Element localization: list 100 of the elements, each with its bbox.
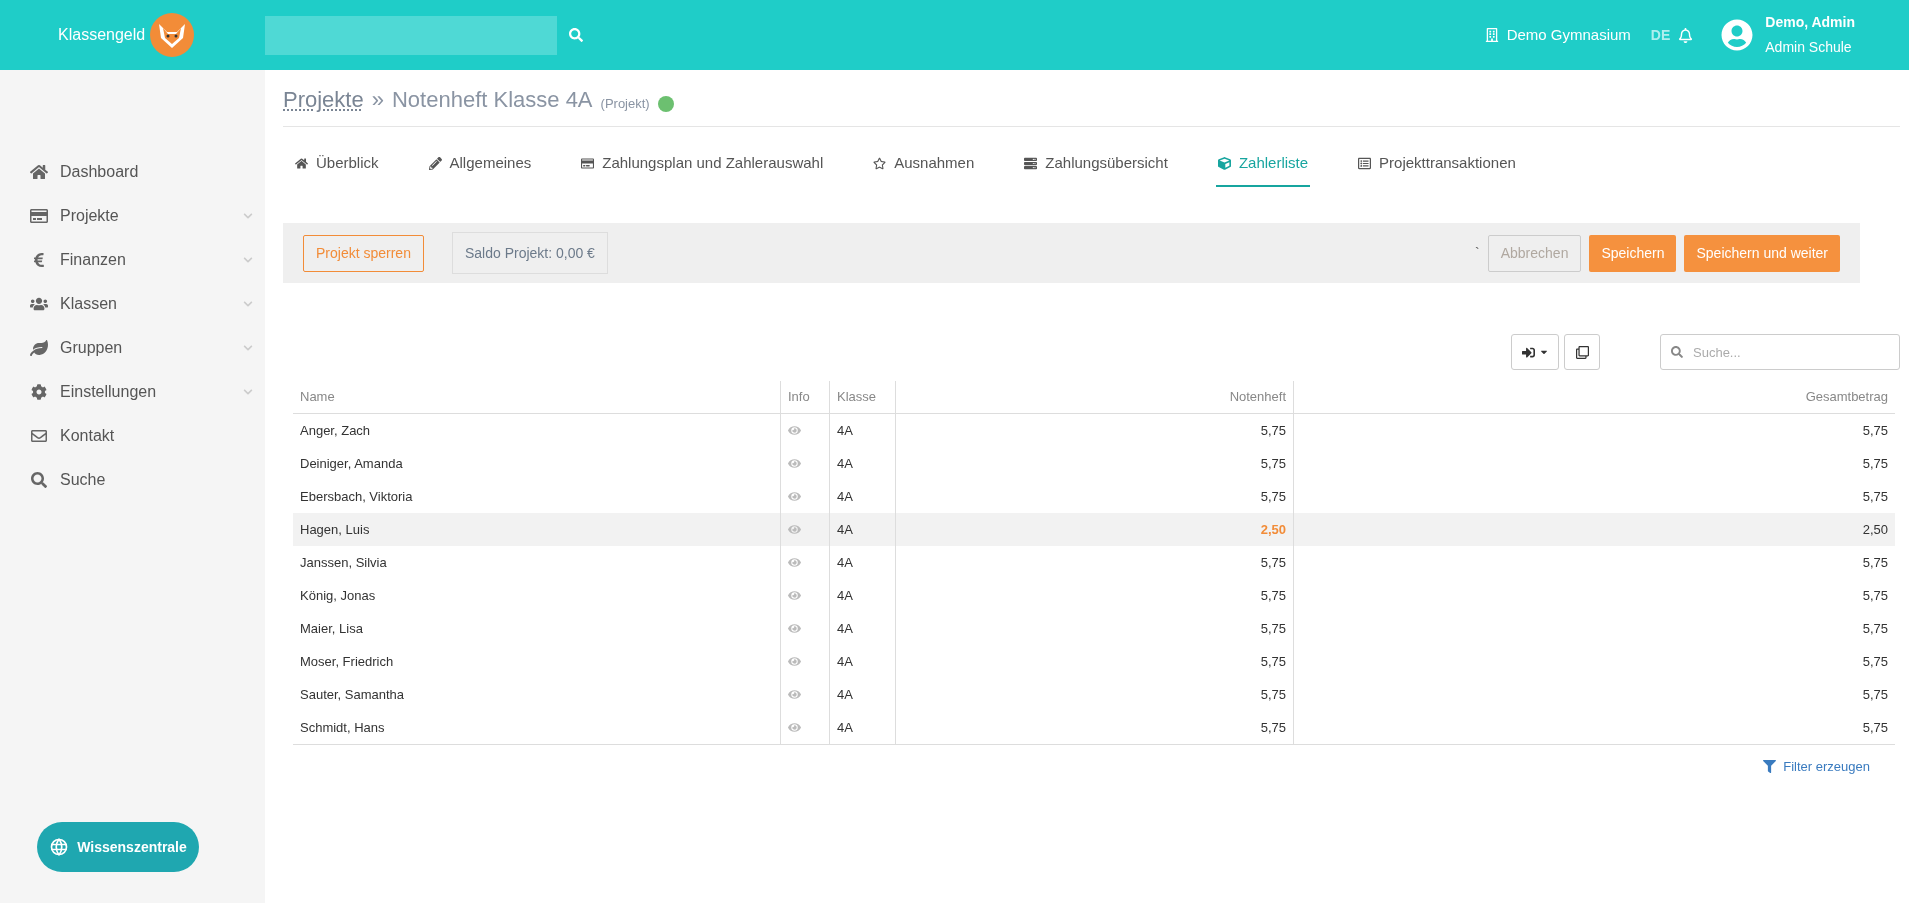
tab[interactable]: Projekttransaktionen	[1356, 141, 1518, 187]
table-cell-text: König, Jonas	[300, 586, 376, 605]
column-header[interactable]: Gesamtbetrag	[1805, 387, 1888, 407]
table-cell-text: 5,75	[1260, 454, 1286, 473]
columns-button[interactable]	[1564, 334, 1600, 370]
breadcrumb-link[interactable]: Projekte	[283, 83, 364, 116]
search-icon	[1671, 346, 1683, 358]
search-icon	[30, 472, 48, 488]
tab[interactable]: Allgemeines	[426, 141, 534, 187]
card-icon	[581, 156, 595, 170]
eye-icon[interactable]	[788, 457, 801, 470]
table-cell-text: 4A	[837, 553, 853, 572]
column-header[interactable]: Info	[788, 387, 810, 407]
table-cell-text: 5,75	[1862, 652, 1888, 671]
table-cell-text: 4A	[837, 520, 853, 539]
filter-icon	[1763, 760, 1777, 774]
table-cell-text: 5,75	[1862, 421, 1888, 440]
pencil-icon	[428, 156, 442, 170]
import-dropdown-button[interactable]	[1511, 334, 1559, 370]
table-cell-text: 4A	[837, 718, 853, 737]
search-field[interactable]	[265, 15, 557, 55]
tab[interactable]: Zahlungsplan und Zahlerauswahl	[579, 141, 826, 187]
eye-icon[interactable]	[788, 655, 801, 668]
sidebar-item[interactable]: Suche	[0, 458, 265, 502]
sidebar-item[interactable]: Klassen	[0, 282, 265, 326]
create-filter-link[interactable]: Filter erzeugen	[1763, 757, 1870, 777]
columns-icon	[1575, 345, 1589, 359]
breadcrumb-separator: »	[371, 86, 384, 114]
table-cell-text: 5,75	[1862, 553, 1888, 572]
table-cell-text: 5,75	[1862, 718, 1888, 737]
tab[interactable]: Überblick	[293, 141, 381, 187]
table-row[interactable]: Hagen, Luis 4A 2,50 2,50	[293, 513, 1895, 546]
page-title: Notenheft Klasse 4A	[391, 86, 593, 114]
eye-icon[interactable]	[788, 589, 801, 602]
table-cell-text: 5,75	[1260, 553, 1286, 572]
table-cell-text: 5,75	[1862, 685, 1888, 704]
eye-icon[interactable]	[788, 523, 801, 536]
table-cell-text: 5,75	[1862, 586, 1888, 605]
sidebar-item[interactable]: Gruppen	[0, 326, 265, 370]
tab[interactable]: Ausnahmen	[871, 141, 977, 187]
envelope-icon	[30, 428, 48, 444]
tab[interactable]: Zahlungsübersicht	[1022, 141, 1170, 187]
table-cell-text: 4A	[837, 421, 853, 440]
eye-icon[interactable]	[788, 556, 801, 569]
table-cell-text: 4A	[837, 586, 853, 605]
table-cell-text: Ebersbach, Viktoria	[300, 487, 413, 506]
table-cell-text: 4A	[837, 454, 853, 473]
star-icon	[873, 156, 887, 170]
table-cell-text: Schmidt, Hans	[300, 718, 385, 737]
table-cell-text: 5,75	[1862, 454, 1888, 473]
table-cell-text: Sauter, Samantha	[300, 685, 405, 704]
home-icon	[295, 156, 308, 170]
project-type: (Projekt)	[600, 94, 650, 113]
table-cell-text: 5,75	[1862, 619, 1888, 638]
sidebar-item[interactable]: Kontakt	[0, 414, 265, 458]
column-header[interactable]: Name	[300, 387, 335, 407]
cube-icon	[1217, 156, 1231, 170]
table-cell-text: Moser, Friedrich	[300, 652, 394, 671]
sidebar-item[interactable]: Einstellungen	[0, 370, 265, 414]
table-cell-text: Deiniger, Amanda	[300, 454, 403, 473]
table-cell-text: 4A	[837, 619, 853, 638]
table-cell-text: 5,75	[1260, 652, 1286, 671]
server-icon	[1024, 156, 1038, 170]
eye-icon[interactable]	[788, 688, 801, 701]
balance-display: Saldo Projekt: 0,00 €	[451, 232, 608, 274]
table-cell-text: 4A	[837, 685, 853, 704]
table-cell-text: Janssen, Silvia	[300, 553, 387, 572]
table-cell-text: Maier, Lisa	[300, 619, 363, 638]
eye-icon[interactable]	[788, 490, 801, 503]
column-header[interactable]: Klasse	[837, 387, 877, 407]
table-cell-text: 5,75	[1862, 487, 1888, 506]
user-name: Demo, Admin	[1765, 13, 1855, 32]
table-cell-text: 2,50	[1862, 520, 1888, 539]
search-icon[interactable]	[569, 28, 583, 42]
import-icon	[1521, 345, 1535, 359]
gear-icon	[30, 384, 48, 400]
stray-mark: `	[1475, 243, 1480, 263]
table-search-field[interactable]: Suche...	[1660, 334, 1900, 370]
eye-icon[interactable]	[788, 622, 801, 635]
building-icon	[1484, 28, 1499, 42]
sidebar-item[interactable]: Dashboard	[0, 150, 265, 194]
table-cell-text: 4A	[837, 652, 853, 671]
table-cell-text: 5,75	[1260, 718, 1286, 737]
list-icon	[1358, 156, 1372, 170]
leaf-icon	[30, 340, 48, 356]
bell-icon[interactable]	[1678, 27, 1694, 43]
eye-icon[interactable]	[788, 424, 801, 437]
sidebar-item[interactable]: Projekte	[0, 194, 265, 238]
eye-icon[interactable]	[788, 721, 801, 734]
sidebar-item[interactable]: Finanzen	[0, 238, 265, 282]
table-cell-text: 2,50	[1260, 520, 1286, 539]
home-icon	[30, 164, 48, 180]
table-cell-text: 5,75	[1260, 421, 1286, 440]
table-cell-text: Hagen, Luis	[300, 520, 370, 539]
users-icon	[30, 296, 48, 312]
table-cell-text: 5,75	[1260, 685, 1286, 704]
table-cell-text: Anger, Zach	[300, 421, 371, 440]
column-header[interactable]: Notenheft	[1229, 387, 1286, 407]
avatar-icon[interactable]	[1721, 19, 1754, 51]
fox-logo-icon	[149, 12, 196, 58]
